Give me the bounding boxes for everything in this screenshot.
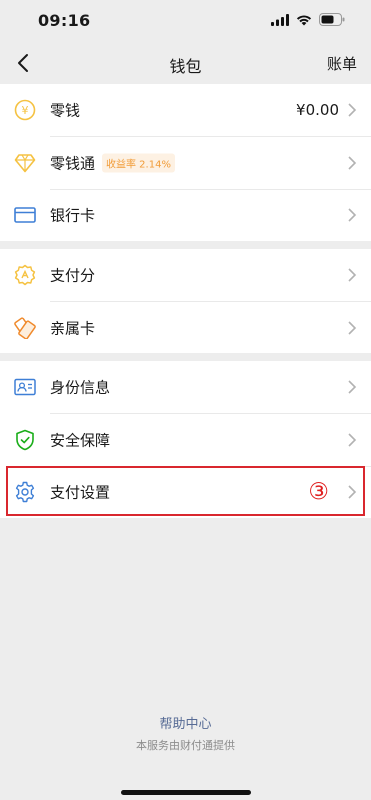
- shield-check-icon: [14, 429, 36, 451]
- id-card-icon: [14, 376, 36, 398]
- wallet-item-label: 亲属卡: [50, 319, 96, 338]
- wallet-item-label: 银行卡: [50, 206, 96, 225]
- chevron-right-icon: [348, 208, 357, 222]
- wallet-item-lingqiantong[interactable]: 零钱通 收益率 2.14%: [0, 136, 371, 188]
- bill-button[interactable]: 账单: [327, 53, 357, 74]
- help-center-link[interactable]: 帮助中心: [0, 713, 371, 732]
- bank-card-icon: [14, 204, 36, 226]
- wallet-item-identity[interactable]: 身份信息: [0, 361, 371, 413]
- nav-bar: 钱包 账单: [0, 44, 371, 82]
- status-time: 09:16: [38, 11, 91, 30]
- pay-score-icon: [14, 264, 36, 286]
- wallet-item-label: 支付设置: [50, 483, 111, 502]
- wallet-item-label: 支付分: [50, 266, 96, 285]
- balance-value: ¥0.00: [296, 101, 339, 120]
- wallet-item-label: 零钱: [50, 101, 81, 120]
- wallet-item-security[interactable]: 安全保障: [0, 413, 371, 465]
- chevron-right-icon: [348, 380, 357, 394]
- wallet-item-payment-settings[interactable]: 支付设置 ③: [0, 465, 371, 518]
- chevron-right-icon: [348, 268, 357, 282]
- wallet-item-label: 零钱通: [50, 154, 96, 173]
- wallet-item-label: 身份信息: [50, 378, 111, 397]
- status-icons: [271, 13, 345, 26]
- provider-note: 本服务由财付通提供: [136, 739, 235, 752]
- wallet-item-pay-score[interactable]: 支付分: [0, 249, 371, 301]
- wallet-group-balance: ¥ 零钱 ¥0.00 零钱通 收益率 2.14% 银行卡: [0, 84, 371, 241]
- svg-text:¥: ¥: [22, 104, 29, 117]
- chevron-right-icon: [348, 103, 357, 117]
- wifi-icon: [296, 14, 312, 25]
- diamond-icon: [14, 152, 36, 174]
- wallet-group-services: 支付分 亲属卡: [0, 249, 371, 353]
- wallet-item-family-card[interactable]: 亲属卡: [0, 301, 371, 353]
- wallet-item-label: 安全保障: [50, 431, 111, 450]
- step-marker: ③: [308, 478, 329, 505]
- wallet-item-bank-card[interactable]: 银行卡: [0, 188, 371, 241]
- wallet-item-change[interactable]: ¥ 零钱 ¥0.00: [0, 84, 371, 136]
- page-title: 钱包: [169, 57, 202, 76]
- status-bar: 09:16: [0, 0, 371, 44]
- chevron-right-icon: [348, 433, 357, 447]
- coin-icon: ¥: [14, 99, 36, 121]
- signal-icon: [271, 13, 289, 26]
- chevron-right-icon: [348, 485, 357, 499]
- gear-icon: [14, 481, 36, 503]
- family-card-icon: [14, 316, 36, 339]
- yield-badge: 收益率 2.14%: [102, 153, 175, 173]
- battery-icon: [319, 13, 345, 26]
- home-indicator[interactable]: [121, 790, 251, 795]
- chevron-right-icon: [348, 321, 357, 335]
- wallet-group-security: 身份信息 安全保障 支付设置 ③: [0, 361, 371, 518]
- chevron-right-icon: [348, 156, 357, 170]
